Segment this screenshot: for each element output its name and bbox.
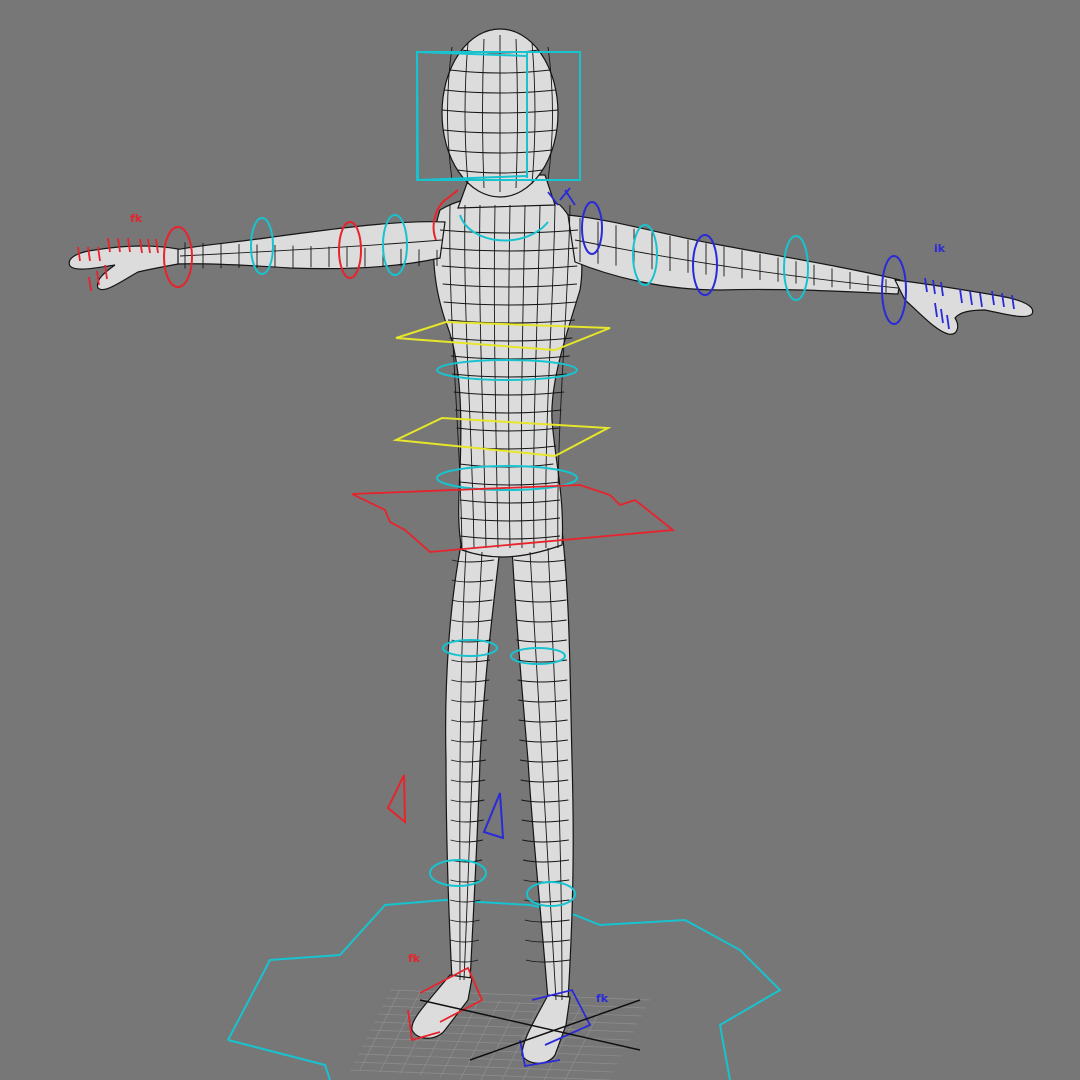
grid-line [361, 1045, 623, 1057]
left-hand-tag[interactable]: fk [130, 212, 143, 225]
left-foot-mesh [411, 974, 473, 1039]
grid-line [349, 1069, 611, 1080]
grid-line [459, 999, 501, 1080]
right-hand-mesh [893, 279, 1034, 335]
world-control-icon[interactable] [227, 898, 782, 1080]
left-hand-mesh [68, 245, 179, 291]
grid-line [365, 1037, 627, 1049]
right-hand-tag[interactable]: ik [934, 242, 946, 255]
grid-line [353, 1061, 615, 1073]
left-foot-tag[interactable]: fk [408, 952, 421, 965]
right-foot-tag[interactable]: fk [596, 992, 609, 1005]
scene-canvas[interactable]: fk ik fk fk [0, 0, 1080, 1080]
grid-line [357, 1053, 619, 1065]
grid-line [389, 989, 651, 1001]
maya-viewport[interactable]: fk ik fk fk [0, 0, 1080, 1080]
knee-pole-vector-right-icon[interactable] [482, 792, 505, 840]
character-mesh[interactable] [68, 28, 1034, 1064]
finger-control-icon[interactable] [88, 276, 92, 292]
knee-pole-vector-left-icon[interactable] [386, 774, 407, 825]
